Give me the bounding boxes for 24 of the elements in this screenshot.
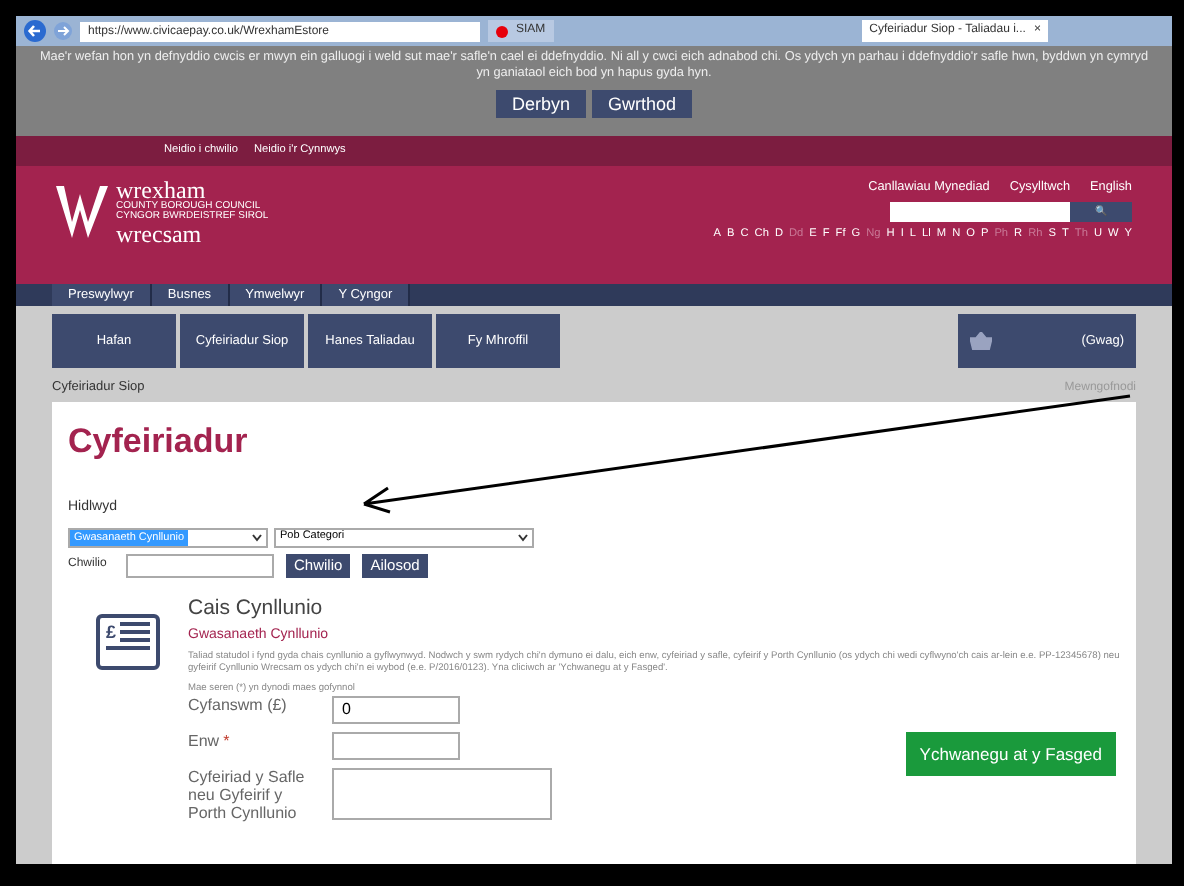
caret-icon — [252, 533, 262, 541]
logo-text: wrecsam — [116, 222, 204, 246]
field-label: Cyfeiriad y Safle neu Gyfeirif y Porth Cynllunio — [188, 767, 307, 822]
basket-icon — [970, 332, 992, 350]
text-field[interactable]: 0 — [332, 695, 460, 724]
page-title: Cyfeiriadur — [68, 422, 250, 462]
pound-sign: £ — [106, 621, 117, 641]
field-label: Cyfanswm (£) — [188, 695, 287, 714]
text-area[interactable] — [332, 767, 552, 820]
cookie-button[interactable]: Derbyn — [495, 90, 586, 118]
site-search-field[interactable] — [890, 201, 1070, 222]
forward-icon[interactable] — [54, 22, 72, 40]
logo-text: wrexham — [116, 178, 206, 202]
text-field[interactable] — [332, 731, 460, 760]
record-icon — [496, 25, 508, 37]
product-title: Cais Cynllunio — [188, 593, 325, 623]
search-field[interactable] — [126, 553, 274, 577]
add-to-basket-button[interactable]: Ychwanegu at y Fasged — [905, 731, 1116, 776]
w-logo-icon — [56, 182, 112, 242]
caret-icon — [518, 533, 528, 541]
back-icon[interactable] — [24, 20, 46, 42]
cookie-button[interactable]: Gwrthod — [592, 90, 693, 118]
field-label: Enw — [188, 731, 220, 750]
required-mark: * — [223, 731, 230, 750]
